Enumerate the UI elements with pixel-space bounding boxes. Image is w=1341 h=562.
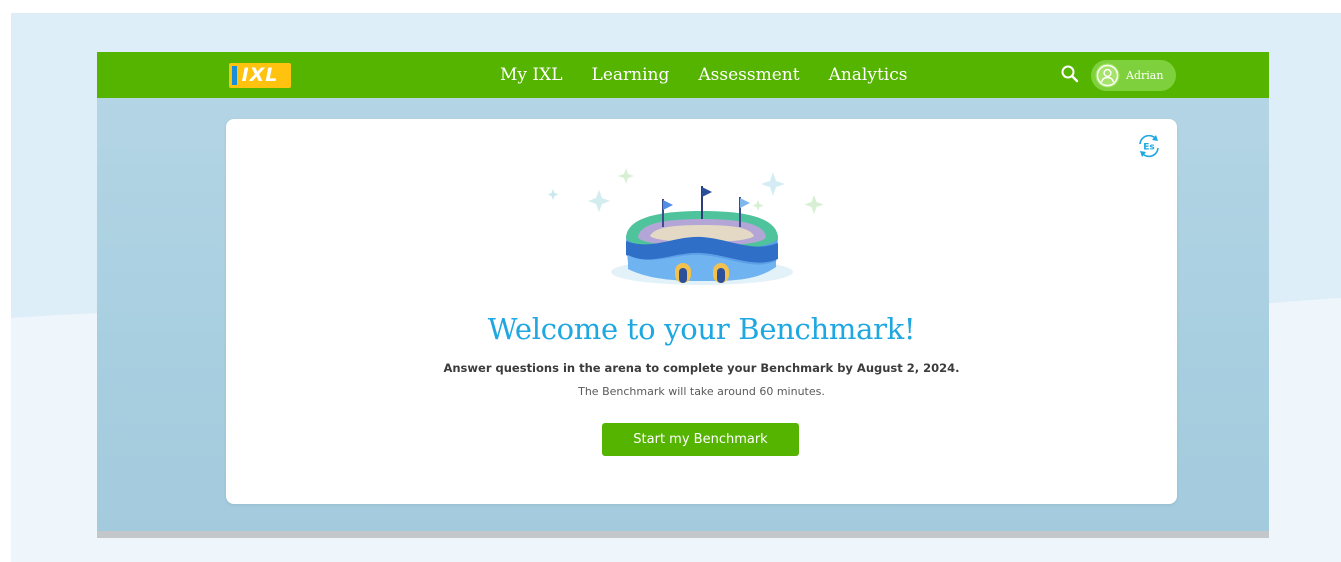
start-benchmark-button[interactable]: Start my Benchmark	[602, 423, 799, 456]
user-menu-button[interactable]: Adrian	[1091, 60, 1176, 91]
welcome-title: Welcome to your Benchmark!	[487, 312, 916, 346]
nav-learning[interactable]: Learning	[592, 65, 670, 85]
app-window: IXL My IXL Learning Assessment Analytics	[97, 52, 1269, 538]
arena-illustration	[547, 168, 824, 285]
logo-text: IXL	[241, 64, 279, 86]
user-name: Adrian	[1126, 69, 1164, 82]
language-toggle-label: Es	[1143, 143, 1155, 153]
top-navbar: IXL My IXL Learning Assessment Analytics	[97, 52, 1269, 98]
bottom-bar	[97, 531, 1269, 538]
main-nav: My IXL Learning Assessment Analytics	[500, 52, 936, 98]
nav-assessment[interactable]: Assessment	[698, 65, 799, 85]
nav-analytics[interactable]: Analytics	[829, 65, 908, 85]
user-avatar-icon	[1095, 63, 1120, 88]
nav-my-ixl[interactable]: My IXL	[500, 65, 563, 85]
language-toggle-icon[interactable]: Es	[1136, 133, 1162, 159]
duration-text: The Benchmark will take around 60 minute…	[578, 385, 825, 398]
search-icon[interactable]	[1060, 64, 1080, 84]
ixl-logo[interactable]: IXL	[229, 63, 291, 88]
due-date-instructions: Answer questions in the arena to complet…	[443, 361, 960, 375]
benchmark-card: Es Welcome to your Benchmark! Answer que…	[226, 119, 1177, 504]
